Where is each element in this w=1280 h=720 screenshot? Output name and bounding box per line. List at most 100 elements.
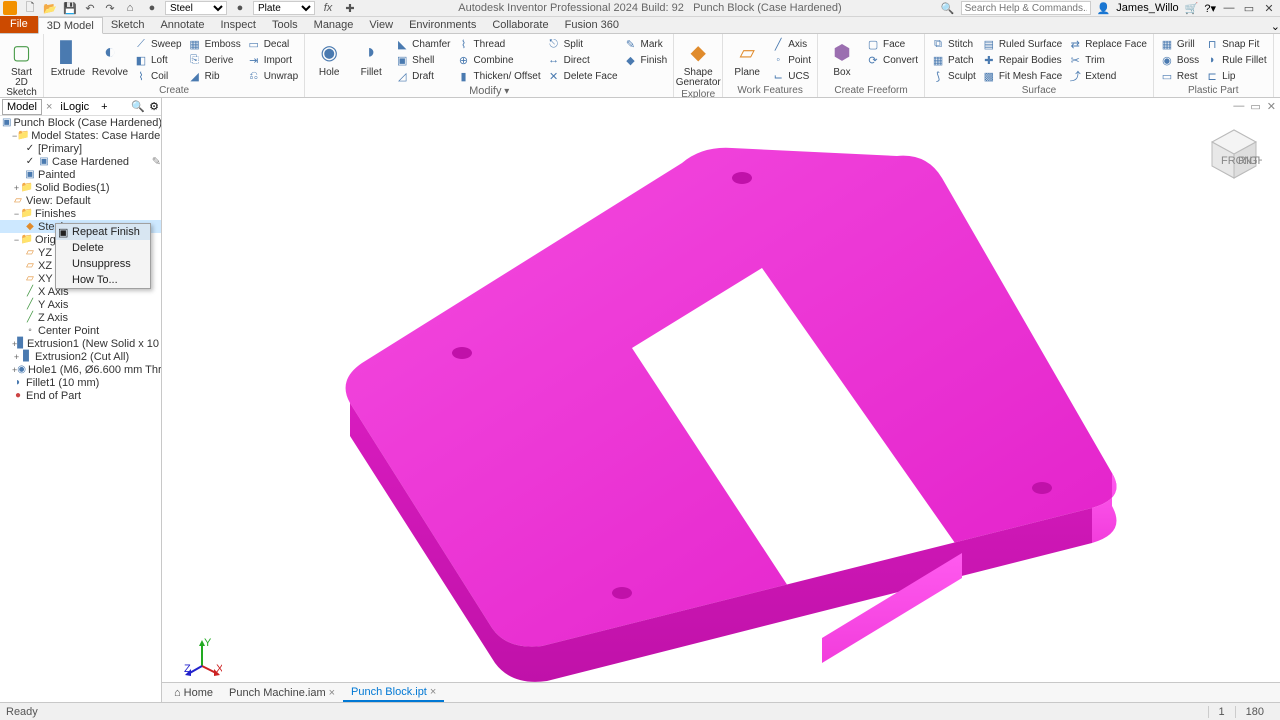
- tree-ext1[interactable]: Extrusion1 (New Solid x 10 mm): [27, 338, 161, 350]
- tree-casehardened[interactable]: Case Hardened: [52, 156, 129, 168]
- boss-button[interactable]: ◉Boss: [1158, 52, 1201, 68]
- ctx-howto[interactable]: How To...: [56, 272, 150, 288]
- browser-filter-icon[interactable]: ⚙: [149, 100, 159, 113]
- tree-ext2[interactable]: Extrusion2 (Cut All): [35, 351, 129, 363]
- browser-tab-model[interactable]: Model: [2, 99, 42, 115]
- browser-tab-add[interactable]: +: [97, 100, 111, 114]
- material-select[interactable]: Steel: [165, 1, 227, 15]
- snap-button[interactable]: ⊓Snap Fit: [1203, 36, 1268, 52]
- point-button[interactable]: ◦Point: [769, 52, 813, 68]
- extrude-button[interactable]: ▊Extrude: [48, 36, 88, 78]
- tab-inspect[interactable]: Inspect: [213, 16, 264, 33]
- tree-yaxis[interactable]: Y Axis: [38, 299, 68, 311]
- appearance-sphere-icon[interactable]: ●: [231, 1, 249, 15]
- tree-painted[interactable]: Painted: [38, 169, 75, 181]
- thicken-button[interactable]: ▮Thicken/ Offset: [455, 68, 543, 84]
- qat-undo-icon[interactable]: ↶: [81, 1, 99, 15]
- deleteface-button[interactable]: ✕Delete Face: [545, 68, 620, 84]
- rest-button[interactable]: ▭Rest: [1158, 68, 1201, 84]
- user-icon[interactable]: 👤: [1097, 2, 1111, 15]
- help-search-input[interactable]: [961, 1, 1091, 15]
- sweep-button[interactable]: ⟋Sweep: [132, 36, 184, 52]
- combine-button[interactable]: ⊕Combine: [455, 52, 543, 68]
- ctx-delete[interactable]: Delete: [56, 240, 150, 256]
- tree-eop[interactable]: End of Part: [26, 390, 81, 402]
- tree-hole[interactable]: Hole1 (M6, Ø6.600 mm Through All Depth): [28, 364, 161, 376]
- tab-fusion360[interactable]: Fusion 360: [557, 16, 627, 33]
- tab-3d-model[interactable]: 3D Model: [38, 17, 103, 34]
- emboss-button[interactable]: ▦Emboss: [186, 36, 243, 52]
- hole-button[interactable]: ◉Hole: [309, 36, 349, 78]
- loft-button[interactable]: ◧Loft: [132, 52, 184, 68]
- ucs-button[interactable]: ⌙UCS: [769, 68, 813, 84]
- patch-button[interactable]: ▦Patch: [929, 52, 978, 68]
- fx-icon[interactable]: fx: [319, 1, 337, 15]
- qat-home-icon[interactable]: ⌂: [121, 1, 139, 15]
- close-icon[interactable]: ✕: [1262, 1, 1276, 15]
- draft-button[interactable]: ◿Draft: [393, 68, 452, 84]
- extend-button[interactable]: ⤴Extend: [1066, 68, 1149, 84]
- viewport-close-icon[interactable]: ✕: [1267, 100, 1276, 113]
- qat-more-icon[interactable]: ✚: [341, 1, 359, 15]
- minimize-icon[interactable]: —: [1222, 1, 1236, 15]
- tree-center[interactable]: Center Point: [38, 325, 99, 337]
- doc-tab-assembly[interactable]: Punch Machine.iam ×: [221, 685, 343, 701]
- lip-button[interactable]: ⊏Lip: [1203, 68, 1268, 84]
- mark-button[interactable]: ✎Mark: [622, 36, 670, 52]
- close-tab-icon[interactable]: ×: [430, 686, 436, 698]
- material-sphere-icon[interactable]: ●: [143, 1, 161, 15]
- tree-primary[interactable]: [Primary]: [38, 143, 82, 155]
- browser-tree[interactable]: ▣Punch Block (Case Hardened) −📁Model Sta…: [0, 116, 161, 702]
- doc-tab-part[interactable]: Punch Block.ipt ×: [343, 684, 444, 702]
- qat-open-icon[interactable]: 📂: [41, 1, 59, 15]
- browser-tab-ilogic[interactable]: iLogic: [56, 100, 93, 114]
- close-tab-icon[interactable]: ×: [329, 687, 335, 699]
- tab-annotate[interactable]: Annotate: [152, 16, 212, 33]
- split-button[interactable]: ⎋Split: [545, 36, 620, 52]
- ribbon-collapse-icon[interactable]: ⌄: [1271, 20, 1280, 33]
- revolve-button[interactable]: ◐Revolve: [90, 36, 130, 78]
- qat-new-icon[interactable]: 🗋: [21, 1, 39, 15]
- face-button[interactable]: ▢Face: [864, 36, 920, 52]
- trim-button[interactable]: ✂Trim: [1066, 52, 1149, 68]
- import-button[interactable]: ⇥Import: [245, 52, 300, 68]
- tree-view[interactable]: View: Default: [26, 195, 91, 207]
- coil-button[interactable]: ⌇Coil: [132, 68, 184, 84]
- cart-icon[interactable]: 🛒: [1185, 2, 1199, 15]
- appearance-select[interactable]: Plate: [253, 1, 315, 15]
- tree-root[interactable]: Punch Block (Case Hardened): [13, 117, 161, 129]
- viewport-restore-icon[interactable]: ▭: [1250, 100, 1260, 113]
- tab-view[interactable]: View: [361, 16, 401, 33]
- stitch-button[interactable]: ⧉Stitch: [929, 36, 978, 52]
- finish-button[interactable]: ◆Finish: [622, 52, 670, 68]
- convert-button[interactable]: ⟳Convert: [864, 52, 920, 68]
- start-sketch-button[interactable]: ▢Start 2D Sketch: [4, 36, 39, 98]
- browser-search-icon[interactable]: 🔍: [131, 100, 145, 113]
- tree-zaxis[interactable]: Z Axis: [38, 312, 68, 324]
- shell-button[interactable]: ▣Shell: [393, 52, 452, 68]
- doc-tab-home[interactable]: ⌂Home: [166, 685, 221, 701]
- qat-save-icon[interactable]: 💾: [61, 1, 79, 15]
- graphics-viewport[interactable]: — ▭ ✕: [162, 98, 1280, 702]
- user-name[interactable]: James_Willo: [1116, 2, 1178, 14]
- tab-manage[interactable]: Manage: [306, 16, 362, 33]
- help-icon[interactable]: ?▾: [1204, 2, 1216, 15]
- maximize-icon[interactable]: ▭: [1242, 1, 1256, 15]
- tab-collaborate[interactable]: Collaborate: [484, 16, 556, 33]
- ctx-unsuppress[interactable]: Unsuppress: [56, 256, 150, 272]
- part-model[interactable]: [322, 138, 1122, 698]
- thread-button[interactable]: ⌇Thread: [455, 36, 543, 52]
- file-tab[interactable]: File: [0, 16, 38, 33]
- axis-button[interactable]: ╱Axis: [769, 36, 813, 52]
- tab-tools[interactable]: Tools: [264, 16, 306, 33]
- fitmesh-button[interactable]: ▩Fit Mesh Face: [980, 68, 1064, 84]
- ruled-button[interactable]: ▤Ruled Surface: [980, 36, 1064, 52]
- direct-button[interactable]: ↔Direct: [545, 52, 620, 68]
- shapegen-button[interactable]: ◆Shape Generator: [678, 36, 718, 88]
- qat-redo-icon[interactable]: ↷: [101, 1, 119, 15]
- fillet-button[interactable]: ◗Fillet: [351, 36, 391, 78]
- ctx-repeat-finish[interactable]: ▣Repeat Finish: [56, 224, 150, 240]
- box-button[interactable]: ⬢Box: [822, 36, 862, 78]
- viewcube[interactable]: FRONT RIGHT: [1206, 126, 1262, 182]
- tree-finishes[interactable]: Finishes: [35, 208, 76, 220]
